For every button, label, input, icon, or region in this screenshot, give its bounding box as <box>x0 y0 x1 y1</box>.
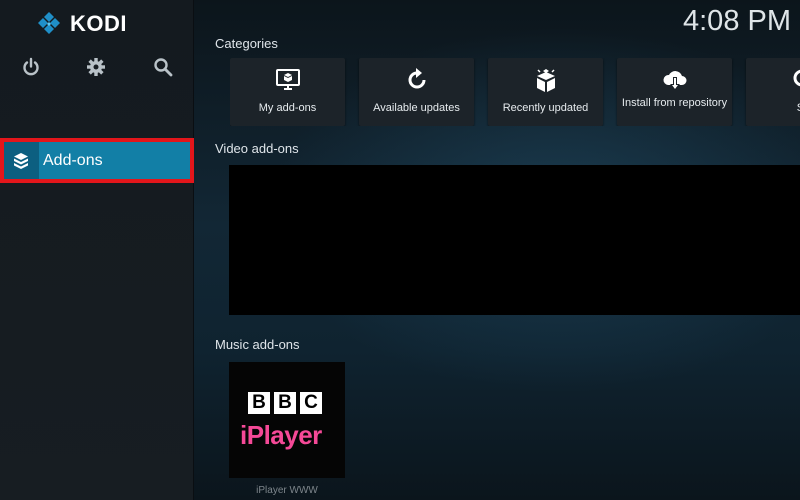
gear-icon[interactable] <box>86 57 106 77</box>
bbc-logo-letter: B <box>248 392 270 414</box>
tile-label: Se <box>748 102 800 114</box>
open-box-icon <box>488 67 603 95</box>
power-icon[interactable] <box>21 57 41 77</box>
app-name: KODI <box>70 11 127 36</box>
refresh-icon <box>359 67 474 95</box>
categories-title: Categories <box>215 36 278 51</box>
tile-available-updates[interactable]: Available updates <box>359 58 474 126</box>
search-icon[interactable] <box>153 57 173 77</box>
tile-install-from-repository[interactable]: Install from repository <box>617 58 732 126</box>
tile-label: My add-ons <box>258 102 317 114</box>
music-addon-bbc-iplayer[interactable]: B B C iPlayer <box>229 362 345 478</box>
tile-search[interactable]: Se <box>746 58 800 126</box>
video-addons-panel[interactable] <box>229 165 800 315</box>
selection-highlight-frame <box>0 138 194 183</box>
iplayer-logo-text: iPlayer <box>240 420 322 450</box>
music-addon-caption: iPlayer WWW <box>256 485 318 496</box>
cloud-download-icon <box>617 67 732 95</box>
video-addons-title: Video add-ons <box>215 141 299 156</box>
tile-recently-updated[interactable]: Recently updated <box>488 58 603 126</box>
tile-label: Install from repository <box>621 97 728 109</box>
tile-my-addons[interactable]: My add-ons <box>230 58 345 126</box>
clock: 4:08 PM <box>683 5 791 37</box>
categories-row: My add-ons Available updates Recently up… <box>230 58 800 126</box>
music-addons-title: Music add-ons <box>215 337 300 352</box>
sidebar-top-icons <box>0 57 193 81</box>
bbc-logo: B B C <box>248 392 322 414</box>
kodi-logo-icon <box>38 12 60 34</box>
kodi-logo: KODI <box>36 11 127 37</box>
tile-label: Recently updated <box>502 102 589 114</box>
monitor-box-icon <box>230 67 345 95</box>
tile-label: Available updates <box>373 102 460 114</box>
bbc-logo-letter: B <box>274 392 296 414</box>
bbc-logo-letter: C <box>300 392 322 414</box>
sidebar: KODI Add-ons <box>0 0 194 500</box>
search-icon <box>746 67 800 95</box>
